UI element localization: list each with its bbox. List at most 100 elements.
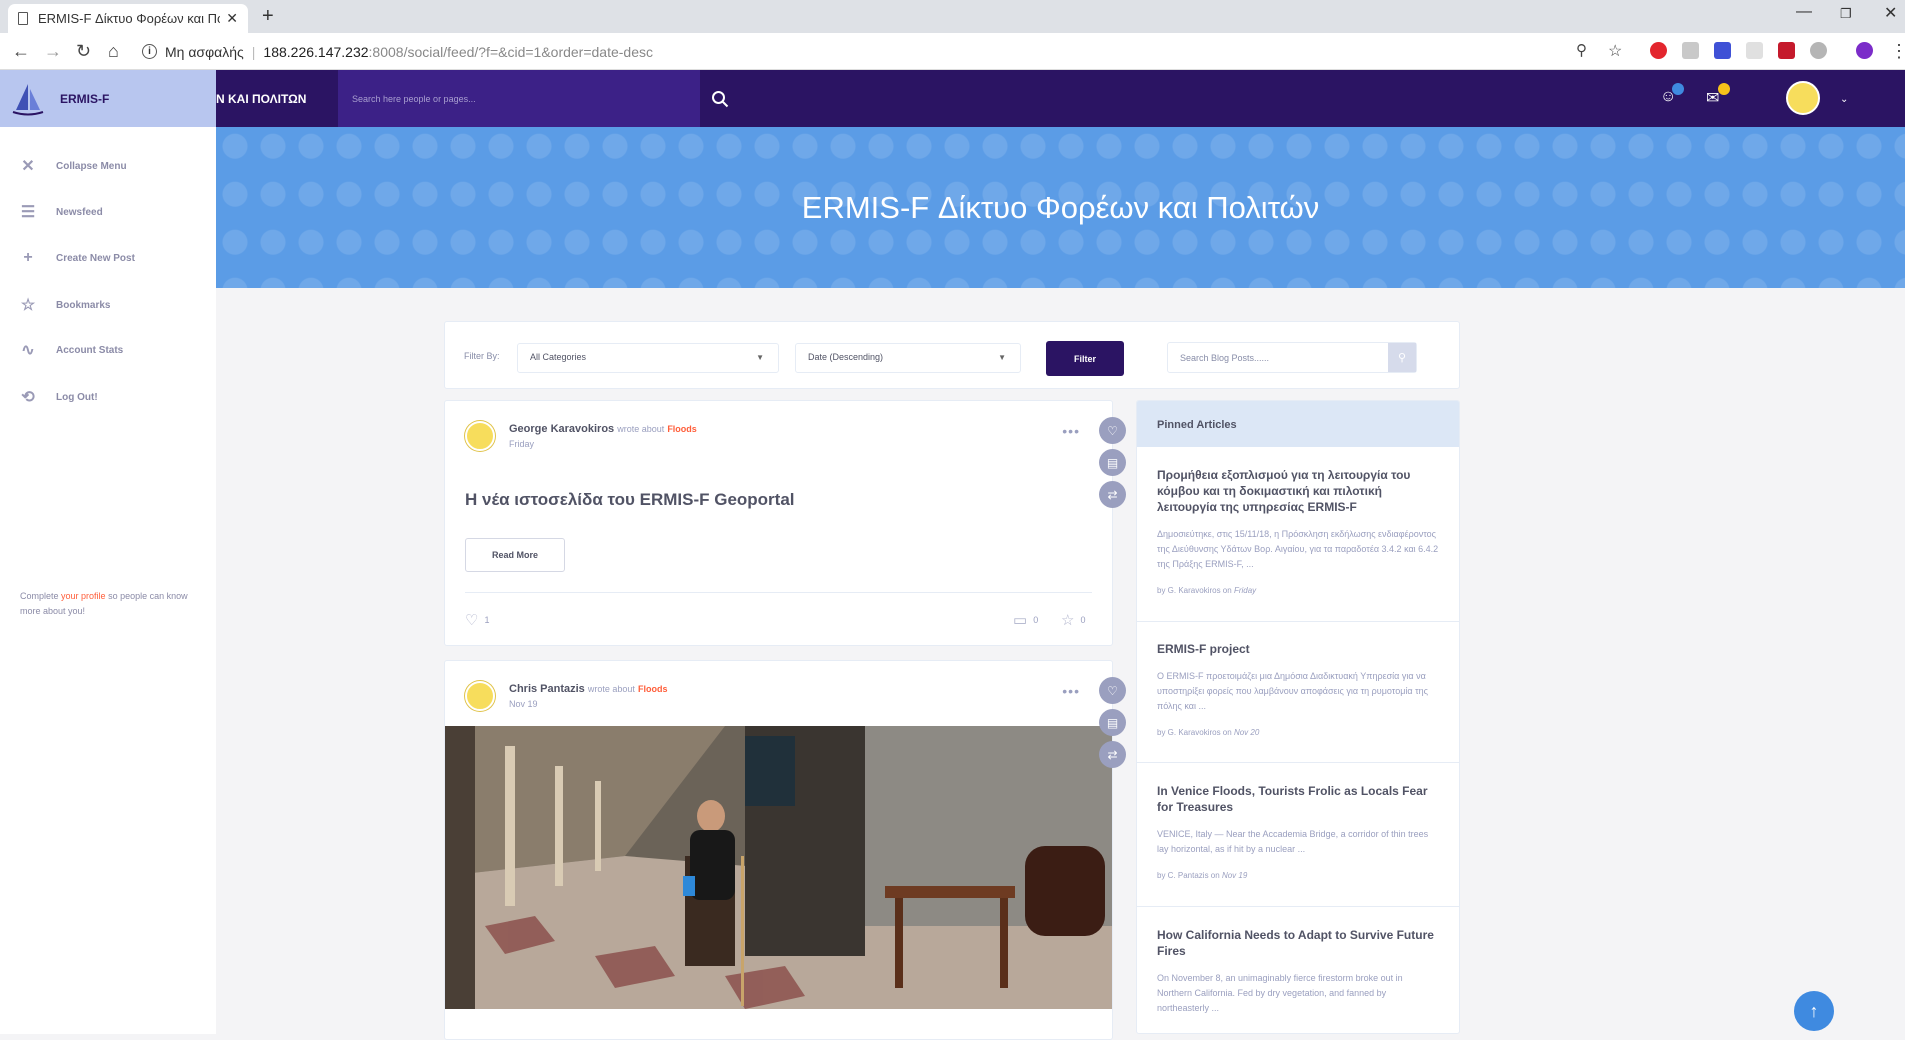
likes-count[interactable]: ♡ 1 bbox=[465, 611, 489, 629]
blog-search-field[interactable]: Search Blog Posts...... ⚲ bbox=[1167, 342, 1417, 373]
sidebar-item-label: Collapse Menu bbox=[56, 160, 127, 172]
filter-button[interactable]: Filter bbox=[1046, 341, 1124, 376]
url-host: 188.226.147.232 bbox=[263, 43, 369, 60]
graduation-extension-icon[interactable] bbox=[1714, 42, 1731, 59]
byline-author: by G. Karavokiros on bbox=[1157, 586, 1232, 595]
note-prefix: Complete bbox=[20, 591, 62, 601]
minimize-icon[interactable]: — bbox=[1796, 3, 1812, 21]
plus-icon: + bbox=[23, 249, 33, 266]
back-to-top-button[interactable]: ↑ bbox=[1794, 991, 1834, 1031]
extension-icon[interactable] bbox=[1682, 42, 1699, 59]
menu-icon[interactable]: ⋮ bbox=[1890, 41, 1905, 62]
filter-label: Filter By: bbox=[464, 351, 500, 361]
author-avatar[interactable] bbox=[465, 421, 495, 451]
comment-icon: ▤ bbox=[1106, 455, 1119, 470]
heart-icon: ♡ bbox=[1107, 683, 1118, 698]
sidebar-item-collapse-menu[interactable]: ✕ Collapse Menu bbox=[0, 151, 216, 181]
opera-extension-icon[interactable] bbox=[1650, 42, 1667, 59]
post-image[interactable] bbox=[445, 726, 1112, 1009]
extension-icon[interactable] bbox=[1746, 42, 1763, 59]
heart-icon: ♡ bbox=[465, 612, 479, 629]
sidebar-item-label: Account Stats bbox=[56, 344, 124, 356]
post-category[interactable]: Floods bbox=[638, 684, 668, 694]
pinned-article: In Venice Floods, Tourists Frolic as Loc… bbox=[1137, 783, 1459, 907]
profile-icon[interactable] bbox=[1856, 42, 1873, 59]
arrow-up-icon: ↑ bbox=[1809, 1000, 1819, 1021]
sidebar-item-label: Bookmarks bbox=[56, 299, 111, 311]
post-title[interactable]: Η νέα ιστοσελίδα του ERMIS-F Geoportal bbox=[465, 490, 795, 510]
sidebar-item-create-new-post[interactable]: + Create New Post bbox=[0, 243, 216, 273]
more-options-icon[interactable]: ••• bbox=[1062, 423, 1080, 439]
read-more-button[interactable]: Read More bbox=[465, 538, 565, 572]
pinned-article-title[interactable]: How California Needs to Adapt to Survive… bbox=[1157, 927, 1439, 959]
stars-count[interactable]: ☆ 0 bbox=[1061, 611, 1085, 629]
share-button[interactable]: ⇄ bbox=[1099, 481, 1126, 508]
bookmark-star-icon[interactable]: ☆ bbox=[1608, 41, 1622, 61]
sidebar-item-newsfeed[interactable]: ☰ Newsfeed bbox=[0, 197, 216, 227]
pinned-article: Προμήθεια εξοπλισμού για τη λειτουργία τ… bbox=[1137, 467, 1459, 622]
cloud-extension-icon[interactable] bbox=[1810, 42, 1827, 59]
order-select[interactable]: Date (Descending) ▼ bbox=[795, 343, 1021, 373]
pinned-article-title[interactable]: Προμήθεια εξοπλισμού για τη λειτουργία τ… bbox=[1157, 467, 1439, 515]
search-input[interactable] bbox=[338, 93, 700, 104]
pinned-article-excerpt: Ο ERMIS-F προετοιμάζει μια Δημόσια Διαδι… bbox=[1157, 671, 1428, 711]
close-tab-icon[interactable]: ✕ bbox=[226, 10, 238, 27]
like-button[interactable]: ♡ bbox=[1099, 417, 1126, 444]
restore-icon[interactable]: ❐ bbox=[1840, 6, 1852, 22]
blog-search-button[interactable]: ⚲ bbox=[1388, 343, 1416, 372]
more-options-icon[interactable]: ••• bbox=[1062, 683, 1080, 699]
post-author[interactable]: George Karavokiros bbox=[509, 423, 614, 435]
search-icon: ⚲ bbox=[1397, 352, 1407, 364]
comment-button[interactable]: ▤ bbox=[1099, 449, 1126, 476]
avatar[interactable] bbox=[1786, 81, 1820, 115]
comments-count[interactable]: ▭ 0 bbox=[1013, 611, 1038, 629]
page-banner: ERMIS-F Δίκτυο Φορέων και Πολιτών bbox=[216, 127, 1905, 288]
forward-icon[interactable]: → bbox=[44, 41, 62, 62]
info-icon[interactable]: i bbox=[142, 44, 157, 59]
page-title: ERMIS-F Δίκτυο Φορέων και Πολιτών bbox=[801, 189, 1320, 225]
tab-title: ERMIS-F Δίκτυο Φορέων και Πολ bbox=[38, 11, 221, 26]
pinned-article-excerpt: On November 8, an unimaginably fierce fi… bbox=[1157, 973, 1403, 1013]
address-bar: ← → ↻ ⌂ i Μη ασφαλής | 188.226.147.232 :… bbox=[0, 33, 1905, 70]
reload-icon[interactable]: ↻ bbox=[76, 41, 91, 62]
post-card: Chris Pantazis wrote about Floods Nov 19… bbox=[444, 660, 1113, 1040]
pinned-article-title[interactable]: In Venice Floods, Tourists Frolic as Loc… bbox=[1157, 783, 1439, 815]
mega-extension-icon[interactable] bbox=[1778, 42, 1795, 59]
pinned-article: ERMIS-F project Ο ERMIS-F προετοιμάζει μ… bbox=[1137, 641, 1459, 763]
search-icon bbox=[712, 90, 729, 107]
sailboat-logo-icon bbox=[12, 83, 44, 115]
logout-icon: ⟲ bbox=[21, 389, 35, 406]
post-author[interactable]: Chris Pantazis bbox=[509, 683, 585, 695]
back-icon[interactable]: ← bbox=[12, 41, 30, 62]
profile-completion-note: Complete your profile so people can know… bbox=[20, 589, 200, 619]
brand[interactable]: ERMIS-F bbox=[0, 70, 216, 127]
post-author-line: Chris Pantazis wrote about Floods bbox=[509, 683, 667, 695]
comment-button[interactable]: ▤ bbox=[1099, 709, 1126, 736]
author-avatar[interactable] bbox=[465, 681, 495, 711]
zoom-icon[interactable]: ⚲ bbox=[1576, 41, 1587, 59]
sidebar-item-log-out[interactable]: ⟲ Log Out! bbox=[0, 382, 216, 412]
sidebar-item-bookmarks[interactable]: ☆ Bookmarks bbox=[0, 290, 216, 320]
share-icon: ⇄ bbox=[1107, 487, 1118, 502]
search-button[interactable] bbox=[700, 70, 740, 127]
byline-author: by G. Karavokiros on bbox=[1157, 728, 1232, 737]
browser-tab[interactable]: ERMIS-F Δίκτυο Φορέων και Πολ ✕ bbox=[8, 4, 248, 33]
new-tab-icon[interactable]: + bbox=[262, 5, 274, 28]
post-category[interactable]: Floods bbox=[667, 424, 697, 434]
sidebar-item-label: Newsfeed bbox=[56, 206, 103, 218]
home-icon[interactable]: ⌂ bbox=[108, 41, 119, 62]
pinned-article-title[interactable]: ERMIS-F project bbox=[1157, 641, 1439, 657]
profile-link[interactable]: your profile bbox=[61, 591, 106, 601]
stars-value: 0 bbox=[1080, 615, 1086, 625]
post-wrote-label: wrote about bbox=[587, 684, 635, 694]
category-select[interactable]: All Categories ▼ bbox=[517, 343, 779, 373]
post-author-line: George Karavokiros wrote about Floods bbox=[509, 423, 697, 435]
window-close-icon[interactable]: ✕ bbox=[1884, 3, 1897, 23]
comments-value: 0 bbox=[1033, 615, 1039, 625]
like-button[interactable]: ♡ bbox=[1099, 677, 1126, 704]
sidebar-item-account-stats[interactable]: ∿ Account Stats bbox=[0, 335, 216, 365]
share-button[interactable]: ⇄ bbox=[1099, 741, 1126, 768]
chevron-down-icon[interactable]: ⌄ bbox=[1840, 94, 1848, 105]
divider bbox=[465, 592, 1092, 593]
url-field[interactable]: i Μη ασφαλής | 188.226.147.232 :8008/soc… bbox=[142, 37, 1622, 66]
